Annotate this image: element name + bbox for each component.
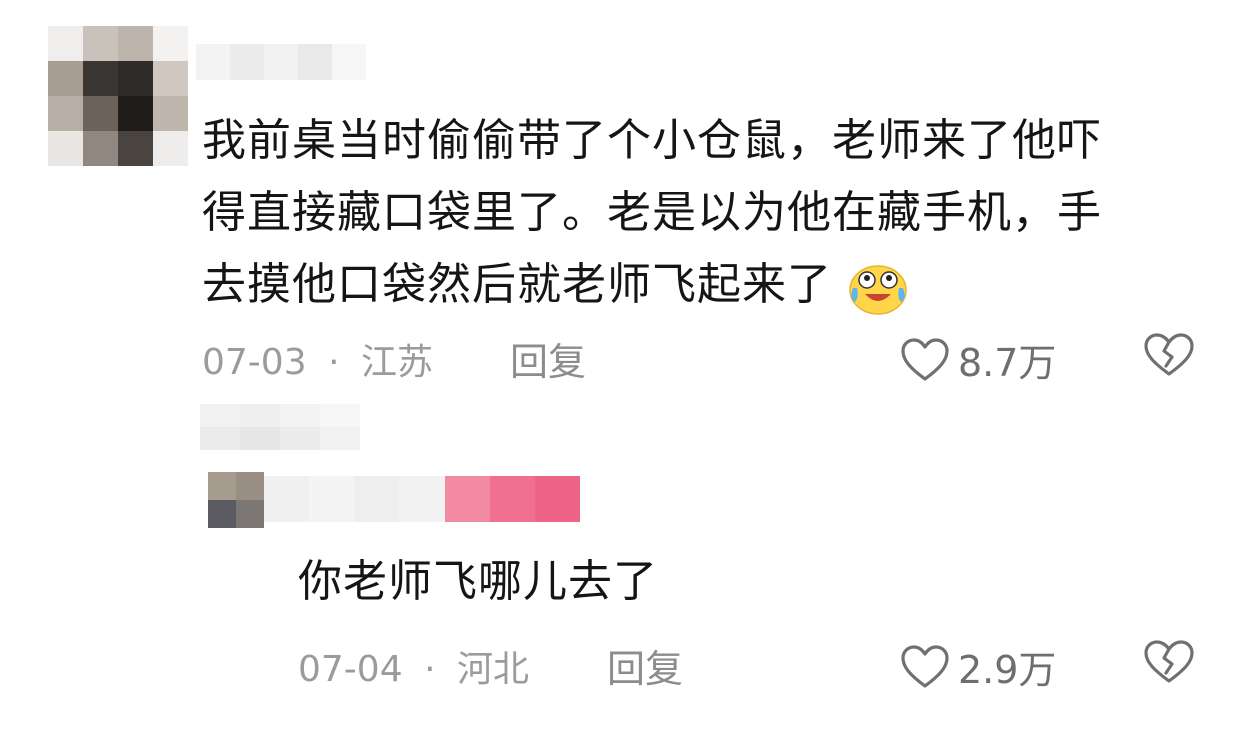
broken-heart-icon (1144, 640, 1194, 683)
reply-date: 07-04 (298, 649, 403, 690)
comment-date: 07-03 (202, 342, 307, 383)
like-button[interactable]: 2.9万 (900, 639, 1056, 694)
comment-location: 江苏 (360, 342, 433, 383)
heart-outline-icon (901, 644, 949, 688)
dislike-button[interactable] (1143, 639, 1195, 689)
reply-location: 河北 (456, 649, 529, 690)
reply-button[interactable]: 回复 (607, 638, 683, 693)
broken-heart-icon (1144, 333, 1194, 376)
comment-line: 我前桌当时偷偷带了个小仓鼠，老师来了他吓 (202, 115, 1102, 166)
comment-meta: 07-03 · 江苏 (202, 333, 433, 385)
avatar[interactable] (48, 26, 188, 166)
reply-avatar[interactable] (208, 472, 264, 528)
dislike-button[interactable] (1143, 332, 1195, 382)
reply-text: 你老师飞哪儿去了 (298, 546, 1198, 618)
like-count: 8.7万 (958, 341, 1057, 385)
laughing-tears-emoji (849, 265, 907, 315)
like-count: 2.9万 (958, 648, 1057, 692)
reply-username[interactable] (264, 476, 580, 522)
username[interactable] (196, 44, 366, 80)
meta-separator: · (424, 649, 436, 690)
reply-context (200, 404, 360, 450)
comment-text: 我前桌当时偷偷带了个小仓鼠，老师来了他吓 得直接藏口袋里了。老是以为他在藏手机，… (202, 105, 1242, 321)
comment-line-text: 去摸他口袋然后就老师飞起来了 (202, 259, 832, 310)
comment-line: 去摸他口袋然后就老师飞起来了 (202, 249, 1242, 321)
comment-line: 得直接藏口袋里了。老是以为他在藏手机，手 (202, 187, 1102, 238)
comment-line: 你老师飞哪儿去了 (298, 556, 658, 607)
reply-button[interactable]: 回复 (510, 331, 586, 386)
heart-outline-icon (901, 337, 949, 381)
meta-separator: · (328, 342, 340, 383)
reply-meta: 07-04 · 河北 (298, 640, 529, 692)
like-button[interactable]: 8.7万 (900, 332, 1056, 387)
